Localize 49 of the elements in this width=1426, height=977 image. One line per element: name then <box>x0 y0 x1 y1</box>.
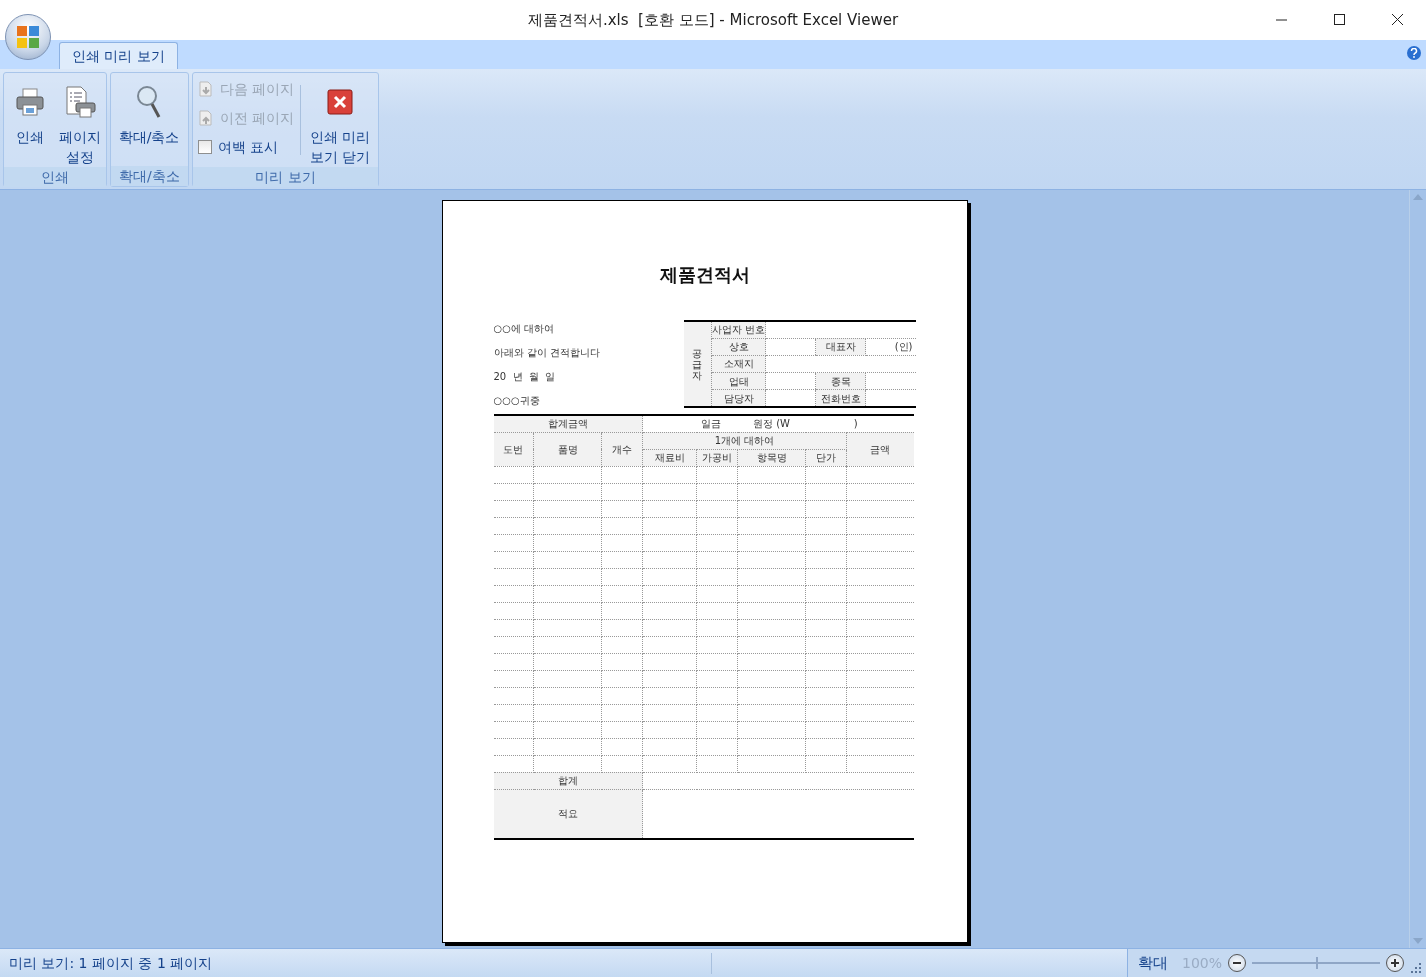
help-icon[interactable] <box>1407 46 1421 60</box>
ribbon-button[interactable]: 인쇄 <box>7 77 53 147</box>
page-up-icon <box>197 110 214 126</box>
row-header: 합계 <box>493 772 643 789</box>
ribbon-button[interactable]: 페이지 설정 <box>57 77 103 167</box>
zoom-slider[interactable] <box>1252 957 1380 969</box>
plus-icon <box>1390 958 1400 968</box>
amount-text: 일금 <box>701 417 721 432</box>
column-header: 도번 <box>493 432 534 466</box>
column-header: 1개에 대하여 <box>642 432 847 449</box>
row-header: 적요 <box>493 789 643 839</box>
margins-checkbox[interactable]: 여백 표시 <box>195 136 297 158</box>
zoom-in-button[interactable] <box>1386 954 1404 972</box>
status-text: 미리 보기: 1 페이지 중 1 페이지 <box>0 952 712 974</box>
maximize-icon[interactable] <box>1333 14 1345 26</box>
group-label: 확대/축소 <box>111 166 188 186</box>
column-header: 가공비 <box>696 449 738 466</box>
field-label: 사업자 번호 <box>711 321 766 339</box>
office-button[interactable] <box>5 14 51 60</box>
group-label: 미리 보기 <box>192 167 379 187</box>
intro-text: ○○에 대하여 <box>493 322 556 336</box>
close-icon[interactable] <box>1391 14 1403 26</box>
table-header: 합계금액 <box>493 415 643 432</box>
window-title: 제품견적서.xls [호환 모드] - Microsoft Excel Viewer <box>527 9 899 31</box>
document-title: 제품견적서 <box>658 263 751 287</box>
ribbon-tab[interactable]: 인쇄 미리 보기 <box>59 42 178 69</box>
amount-text: ) <box>853 417 858 432</box>
page-setup-icon <box>64 86 96 118</box>
column-header: 단가 <box>805 449 847 466</box>
resize-grip-icon[interactable] <box>1410 962 1422 974</box>
printer-icon <box>15 87 45 117</box>
page-down-icon <box>197 81 214 97</box>
ribbon-button[interactable]: 확대/축소 <box>114 77 184 147</box>
field-value: (인) <box>865 338 916 356</box>
magnifier-icon <box>136 85 162 119</box>
zoom-out-button[interactable] <box>1228 954 1246 972</box>
side-label: 공급자 <box>692 347 703 381</box>
amount-text: 원정 (W <box>753 417 790 432</box>
column-header: 금액 <box>846 432 914 466</box>
column-header: 개수 <box>601 432 643 466</box>
group-label: 인쇄 <box>4 167 106 187</box>
intro-text: 20 년 월 일 <box>493 370 557 384</box>
logo-icon <box>15 24 41 50</box>
ribbon-button[interactable]: 인쇄 미리 보기 닫기 <box>305 77 376 167</box>
column-header: 품명 <box>533 432 602 466</box>
close-icon <box>327 89 354 115</box>
intro-text: 아래와 같이 견적합니다 <box>493 346 600 360</box>
zoom-label: 확대 <box>1137 952 1168 974</box>
intro-text: ○○○귀중 <box>493 394 541 408</box>
